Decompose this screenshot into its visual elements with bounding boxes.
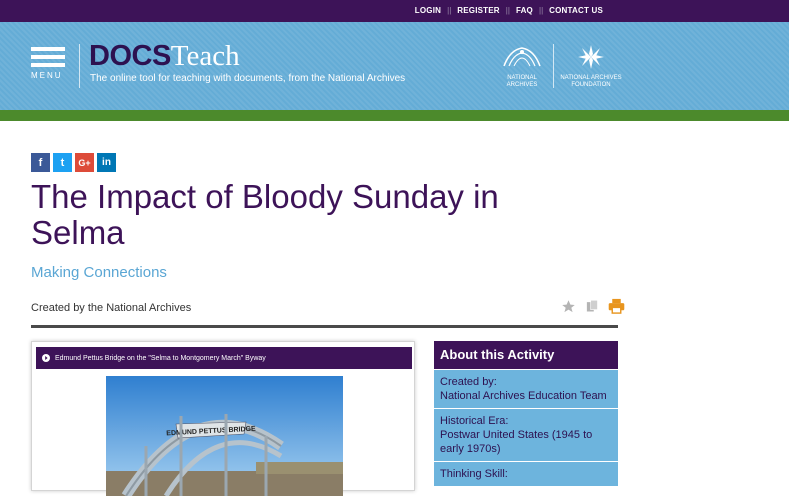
menu-button[interactable]: MENU	[31, 47, 65, 80]
register-link[interactable]: REGISTER	[457, 6, 500, 15]
document-image[interactable]: EDMUND PETTUS BRIDGE	[106, 376, 343, 496]
hamburger-icon	[31, 47, 65, 51]
about-label: Created by:	[440, 376, 497, 388]
star-burst-icon	[578, 45, 604, 69]
about-heading: About this Activity	[434, 341, 618, 369]
eagle-icon	[503, 47, 541, 67]
divider	[553, 44, 554, 88]
about-row-created-by: Created by: National Archives Education …	[434, 369, 618, 408]
social-share: f t G+ in	[31, 153, 119, 172]
document-caption: Edmund Pettus Bridge on the "Selma to Mo…	[55, 354, 266, 362]
naf-logo-text: NATIONAL ARCHIVES FOUNDATION	[560, 75, 622, 88]
site-tagline: The online tool for teaching with docume…	[90, 73, 406, 84]
logo-docs-text: DOCS	[89, 40, 171, 72]
facebook-icon[interactable]: f	[31, 153, 50, 172]
logo-teach-text: Teach	[170, 40, 240, 72]
contact-us-link[interactable]: CONTACT US	[549, 6, 603, 15]
activity-tools	[553, 297, 625, 315]
top-nav: LOGIN || REGISTER || FAQ || CONTACT US	[415, 6, 603, 15]
menu-label: MENU	[31, 71, 63, 80]
document-card[interactable]: Edmund Pettus Bridge on the "Selma to Mo…	[31, 341, 415, 496]
star-icon[interactable]	[559, 297, 577, 315]
hamburger-icon-bar	[31, 55, 65, 59]
login-link[interactable]: LOGIN	[415, 6, 441, 15]
activity-type-link[interactable]: Making Connections	[31, 264, 167, 281]
separator: ||	[505, 6, 510, 15]
about-label: Historical Era:	[440, 415, 509, 427]
document-card-header[interactable]: Edmund Pettus Bridge on the "Selma to Mo…	[36, 347, 412, 369]
na-logo-text: NATIONAL ARCHIVES	[506, 75, 538, 88]
about-value[interactable]: National Archives Education Team	[440, 389, 612, 403]
about-row-historical-era: Historical Era: Postwar United States (1…	[434, 408, 618, 461]
page-title: The Impact of Bloody Sunday in Selma	[31, 178, 499, 251]
twitter-icon[interactable]: t	[53, 153, 72, 172]
separator: ||	[538, 6, 544, 15]
about-activity-panel: About this Activity Created by: National…	[434, 341, 618, 491]
national-archives-foundation-logo[interactable]: NATIONAL ARCHIVES FOUNDATION	[560, 44, 622, 89]
about-label: Thinking Skill:	[440, 468, 508, 480]
google-plus-icon[interactable]: G+	[75, 153, 94, 172]
copy-icon[interactable]	[583, 297, 601, 315]
title-divider	[31, 325, 618, 328]
linkedin-icon[interactable]: in	[97, 153, 116, 172]
separator: ||	[447, 6, 452, 15]
top-utility-bar: LOGIN || REGISTER || FAQ || CONTACT US	[0, 0, 789, 22]
faq-link[interactable]: FAQ	[516, 6, 533, 15]
about-value[interactable]: Postwar United States (1945 to early 197…	[440, 428, 612, 456]
docsteach-logo[interactable]: DOCSTeach	[89, 40, 240, 72]
arrow-circle-icon	[42, 354, 50, 362]
created-by-text: Created by the National Archives	[31, 302, 192, 314]
divider	[79, 44, 80, 88]
green-accent-bar	[0, 110, 789, 121]
hamburger-icon-bar	[31, 63, 65, 67]
print-icon[interactable]	[607, 297, 625, 315]
about-row-thinking-skill: Thinking Skill:	[434, 461, 618, 486]
national-archives-logo[interactable]: NATIONAL ARCHIVES	[500, 44, 544, 89]
